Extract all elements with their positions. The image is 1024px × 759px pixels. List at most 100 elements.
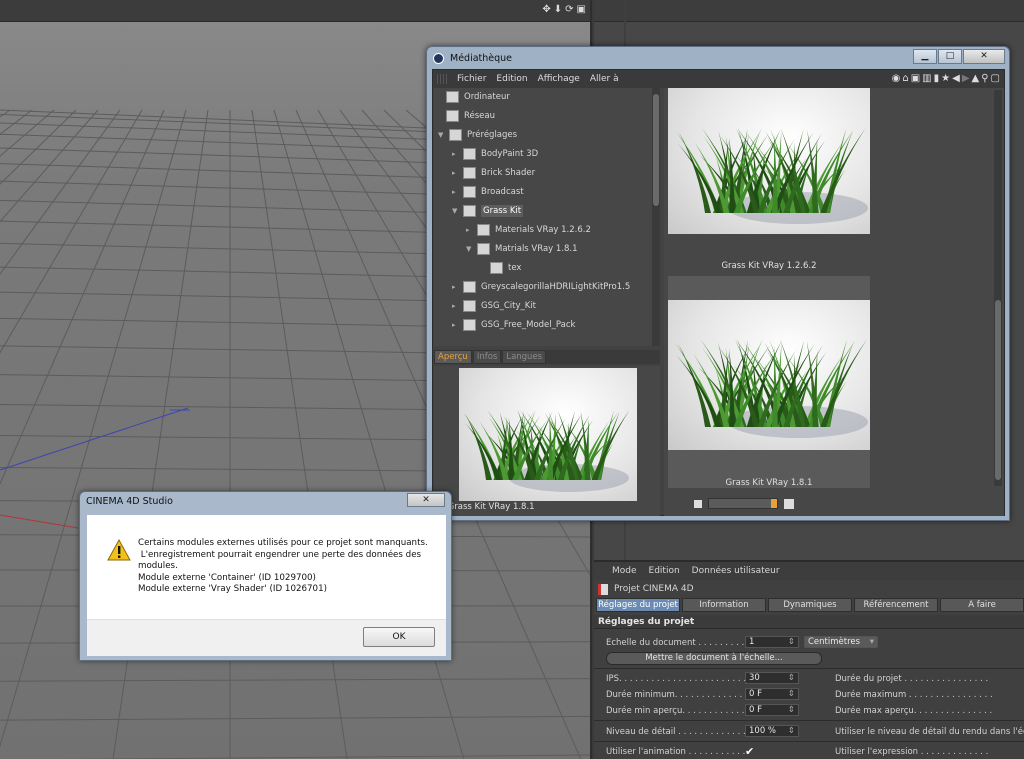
content-item-selected[interactable]: Grass Kit VRay 1.8.1: [668, 276, 870, 488]
tree-item[interactable]: Réseau: [446, 107, 495, 125]
folder-icon: [477, 243, 490, 255]
tree-item[interactable]: tex: [490, 259, 521, 277]
tree-item[interactable]: ▸ Broadcast: [452, 183, 524, 201]
dialog-message: Certains modules externes utilisés pour …: [138, 538, 438, 596]
message-line: Certains modules externes utilisés pour …: [138, 538, 428, 548]
collapse-icon[interactable]: ▸: [452, 169, 458, 177]
tab-todo[interactable]: A faire: [940, 598, 1024, 612]
collapse-icon[interactable]: ▸: [466, 226, 472, 234]
tab-langues[interactable]: Langues: [502, 350, 547, 364]
thumbnail-size-slider[interactable]: [708, 498, 778, 509]
grip-icon: [437, 74, 447, 84]
book-icon[interactable]: ▥: [922, 73, 931, 84]
star-icon[interactable]: ★: [941, 73, 950, 84]
expand-icon[interactable]: ▼: [452, 207, 458, 215]
collapse-icon[interactable]: ▸: [452, 321, 458, 329]
tab-infos[interactable]: Infos: [472, 350, 502, 364]
scale-document-button[interactable]: Mettre le document à l'échelle...: [606, 652, 822, 665]
tab-project-settings[interactable]: Réglages du projet: [596, 598, 680, 612]
echelle-input[interactable]: 1 ⇕: [745, 636, 799, 648]
slider-handle[interactable]: [771, 499, 777, 508]
tree-item-label: Brick Shader: [481, 168, 536, 178]
tree-item[interactable]: ▼ Préréglages: [438, 126, 517, 144]
maximize-button[interactable]: □: [938, 49, 962, 64]
back-icon[interactable]: ◀: [952, 73, 960, 84]
bookmark-icon[interactable]: ▮: [934, 73, 940, 84]
message-line: modules.: [138, 561, 178, 571]
tab-dynamics[interactable]: Dynamiques: [768, 598, 852, 612]
tab-information[interactable]: Information: [682, 598, 766, 612]
expand-icon[interactable]: ▼: [466, 245, 472, 253]
collapse-icon[interactable]: ▸: [452, 283, 458, 291]
duree-min-apercu-value: 0 F: [749, 705, 762, 715]
layout-icon[interactable]: ▢: [991, 73, 1000, 84]
content-item[interactable]: Grass Kit VRay 1.2.6.2: [668, 88, 870, 276]
stepper-icon[interactable]: ⇕: [788, 705, 795, 715]
tree-item-selected[interactable]: ▼ Grass Kit: [452, 202, 524, 220]
menu-edition[interactable]: Edition: [496, 74, 527, 84]
tab-apercu[interactable]: Aperçu: [434, 350, 472, 364]
attr-menu-mode[interactable]: Mode: [612, 566, 637, 576]
message-line: L'enregistrement pourrait engendrer une …: [138, 549, 422, 560]
up-icon[interactable]: ▲: [972, 73, 980, 84]
attr-menu-userdata[interactable]: Données utilisateur: [692, 566, 780, 576]
expand-icon[interactable]: ▼: [438, 131, 444, 139]
tree-item[interactable]: ▸ GSG_City_Kit: [452, 297, 536, 315]
media-browser-title: Médiathèque: [450, 52, 513, 64]
niveau-value: 100 %: [749, 726, 777, 736]
tree-item[interactable]: ▸ Brick Shader: [452, 164, 535, 182]
small-thumb-icon[interactable]: [694, 500, 702, 508]
eye-icon[interactable]: ◉: [892, 73, 901, 84]
ips-input[interactable]: 30 ⇕: [745, 672, 799, 684]
tab-referencing[interactable]: Référencement: [854, 598, 938, 612]
search-icon[interactable]: ⚲: [981, 73, 988, 84]
duree-max-apercu-label: Durée max aperçu. . . . . . . . . . . . …: [835, 706, 993, 716]
attr-object-header: Projet CINEMA 4D: [594, 580, 1024, 598]
media-browser-toolbar: ◉ ⌂ ▣ ▥ ▮ ★ ◀ ▶ ▲ ⚲ ▢: [892, 73, 1000, 84]
duree-min-apercu-input[interactable]: 0 F ⇕: [745, 704, 799, 716]
tree-item[interactable]: ▸ BodyPaint 3D: [452, 145, 538, 163]
folder-icon[interactable]: ▣: [911, 73, 920, 84]
duree-min-label: Durée minimum. . . . . . . . . . . . . .…: [606, 690, 754, 700]
stepper-icon[interactable]: ⇕: [788, 673, 795, 683]
close-button[interactable]: ✕: [963, 49, 1005, 64]
window-controls: ▁ □ ✕: [913, 49, 1005, 65]
grid-scrollbar[interactable]: [994, 90, 1002, 486]
stepper-icon[interactable]: ⇕: [788, 637, 795, 647]
dialog-close-button[interactable]: ✕: [407, 493, 445, 507]
tree-item[interactable]: ▸ Materials VRay 1.2.6.2: [466, 221, 591, 239]
stepper-icon[interactable]: ⇕: [788, 689, 795, 699]
unit-dropdown[interactable]: Centimètres ▾: [804, 636, 878, 648]
collapse-icon[interactable]: ▸: [452, 188, 458, 196]
tree-item[interactable]: Ordinateur: [446, 88, 510, 106]
tree-item[interactable]: ▸ GreyscalegorillaHDRILightKitPro1.5: [452, 278, 630, 296]
niveau-rendu-label: Utiliser le niveau de détail du rendu da…: [835, 727, 1024, 737]
tree-scroll-thumb[interactable]: [653, 94, 659, 206]
ok-button[interactable]: OK: [363, 627, 435, 647]
menu-fichier[interactable]: Fichier: [457, 74, 486, 84]
collapse-icon[interactable]: ▸: [452, 150, 458, 158]
menu-affichage[interactable]: Affichage: [538, 74, 580, 84]
folder-icon: [463, 186, 476, 198]
preview-pane: n : Grass Kit VRay 1.8.1: [434, 366, 660, 516]
utiliser-animation-checkbox[interactable]: ✔: [745, 745, 754, 758]
attr-menu-edition[interactable]: Edition: [649, 566, 680, 576]
minimize-button[interactable]: ▁: [913, 49, 937, 64]
rotate-icon[interactable]: ⟳: [565, 4, 573, 15]
niveau-label: Niveau de détail . . . . . . . . . . . .…: [606, 727, 746, 737]
stepper-icon[interactable]: ⇕: [788, 726, 795, 736]
collapse-icon[interactable]: ▸: [452, 302, 458, 310]
home-icon[interactable]: ⌂: [902, 73, 908, 84]
tree-item[interactable]: ▸ GSG_Free_Model_Pack: [452, 316, 575, 334]
tree-scrollbar[interactable]: [652, 88, 660, 346]
grid-scroll-thumb[interactable]: [995, 300, 1001, 480]
menu-aller-a[interactable]: Aller à: [590, 74, 619, 84]
zoom-icon[interactable]: ⬇: [554, 4, 562, 15]
maximize-icon[interactable]: ▣: [577, 4, 586, 15]
tree-item[interactable]: ▼ Matrials VRay 1.8.1: [466, 240, 578, 258]
duree-min-input[interactable]: 0 F ⇕: [745, 688, 799, 700]
move-icon[interactable]: ✥: [542, 4, 550, 15]
niveau-input[interactable]: 100 % ⇕: [745, 725, 799, 737]
forward-icon[interactable]: ▶: [962, 73, 970, 84]
large-thumb-icon[interactable]: [784, 499, 794, 509]
